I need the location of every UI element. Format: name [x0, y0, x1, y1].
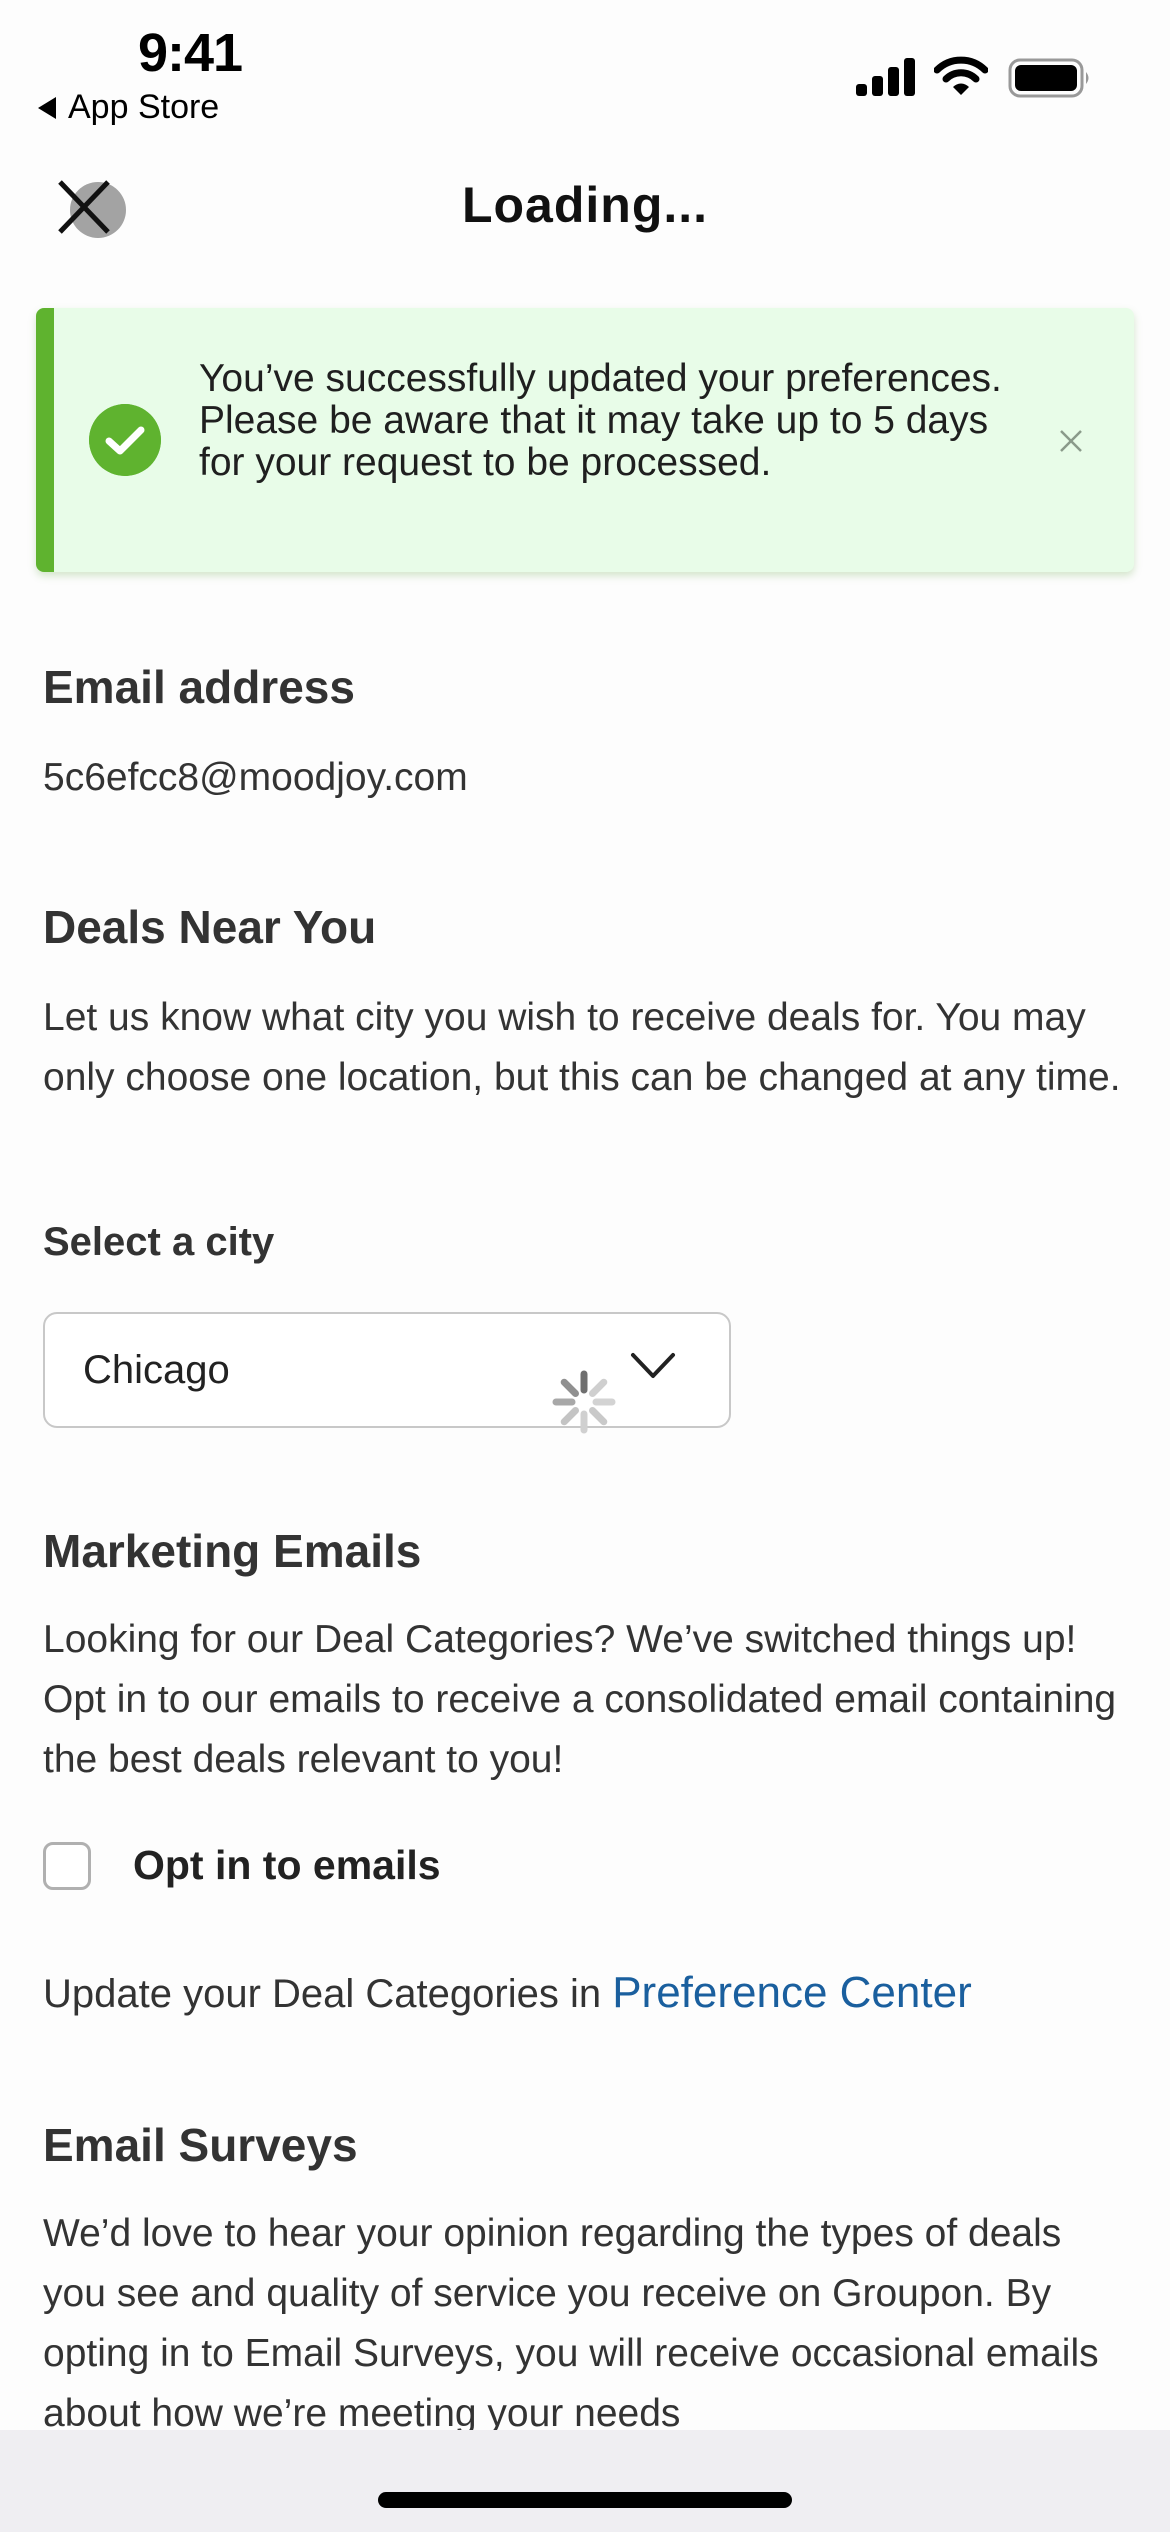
signal-icon: [856, 58, 915, 96]
surveys-heading: Email Surveys: [43, 2119, 358, 2171]
loading-spinner-icon: [552, 1370, 616, 1434]
select-city-label: Select a city: [43, 1220, 275, 1264]
back-to-app-store[interactable]: App Store: [38, 88, 219, 127]
surveys-description: We’d love to hear your opinion regarding…: [43, 2212, 1099, 2435]
status-time: 9:41: [138, 23, 243, 83]
update-categories-text: Update your Deal Categories in Preferenc…: [43, 1968, 972, 2018]
opt-in-label[interactable]: Opt in to emails: [133, 1842, 441, 1889]
success-banner: You’ve successfully updated your prefere…: [36, 308, 1134, 572]
home-indicator[interactable]: [378, 2492, 792, 2508]
wifi-icon: [934, 56, 988, 95]
deals-heading: Deals Near You: [43, 901, 377, 953]
deals-description: Let us know what city you wish to receiv…: [43, 996, 1121, 1099]
battery-icon: [1008, 58, 1089, 98]
check-circle-icon: [89, 404, 161, 476]
city-select-value: Chicago: [83, 1348, 230, 1392]
city-select[interactable]: Chicago: [43, 1312, 731, 1428]
email-heading: Email address: [43, 661, 355, 713]
back-label: App Store: [68, 88, 220, 126]
marketing-heading: Marketing Emails: [43, 1525, 422, 1577]
banner-accent-bar: [36, 308, 54, 572]
back-triangle-icon: [38, 96, 56, 119]
update-prefix: Update your Deal Categories in: [43, 1972, 613, 2016]
marketing-description: Looking for our Deal Categories? We’ve s…: [43, 1618, 1117, 1781]
banner-message: You’ve successfully updated your prefere…: [199, 357, 1002, 484]
page-title: Loading...: [461, 177, 709, 233]
preference-center-link[interactable]: Preference Center: [612, 1968, 972, 2017]
bottom-safe-area: [0, 2430, 1170, 2532]
chevron-down-icon: [631, 1353, 675, 1378]
banner-dismiss-icon[interactable]: [1060, 430, 1082, 452]
email-value: 5c6efcc8@moodjoy.com: [43, 756, 468, 799]
opt-in-checkbox[interactable]: [43, 1842, 91, 1890]
